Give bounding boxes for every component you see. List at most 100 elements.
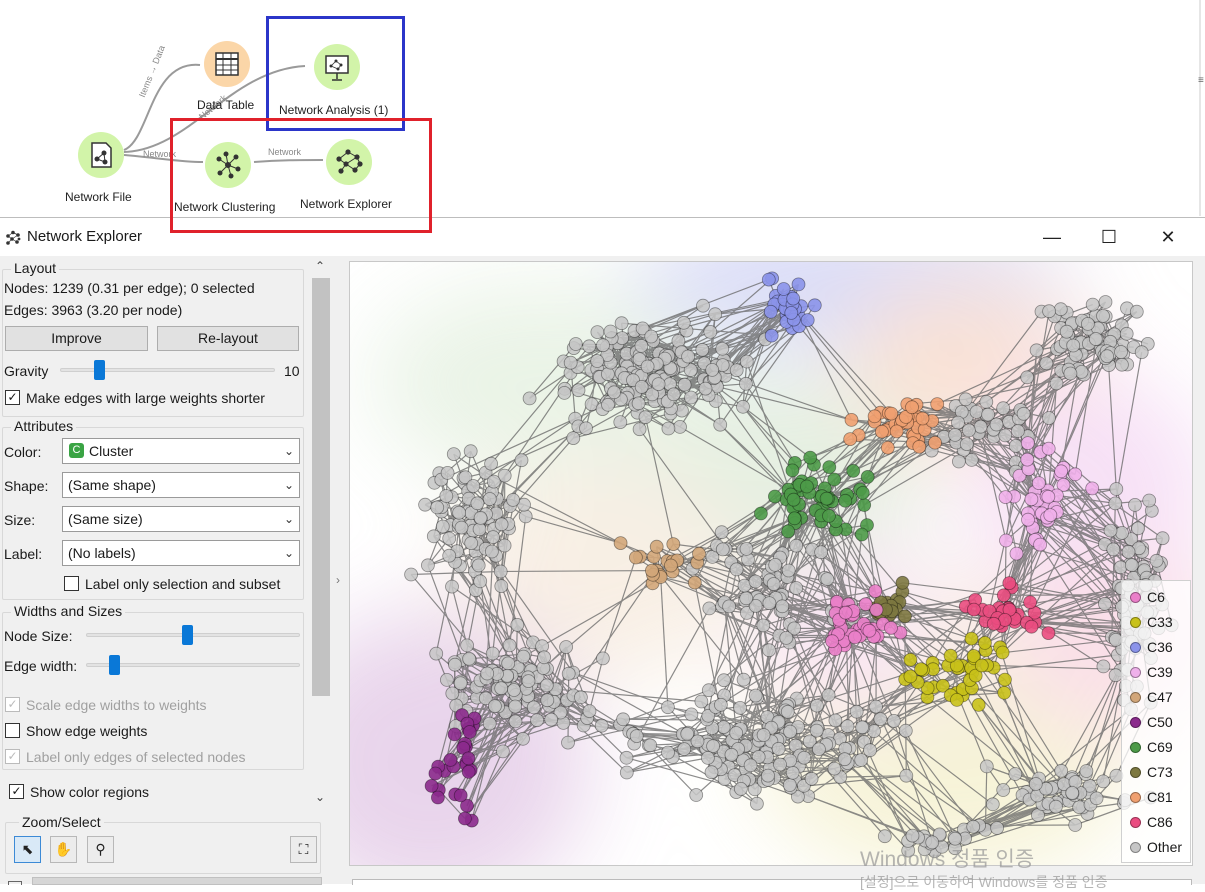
network-node[interactable] (980, 760, 993, 773)
label-combo[interactable]: (No labels) ⌄ (62, 540, 300, 566)
network-node[interactable] (441, 466, 454, 479)
network-node[interactable] (688, 576, 701, 589)
network-node[interactable] (998, 673, 1011, 686)
network-node[interactable] (705, 766, 718, 779)
network-node[interactable] (896, 576, 909, 589)
network-node[interactable] (1110, 483, 1123, 496)
network-node[interactable] (591, 355, 604, 368)
network-node[interactable] (421, 559, 434, 572)
network-node[interactable] (1101, 350, 1114, 363)
network-node[interactable] (768, 490, 781, 503)
network-node[interactable] (560, 641, 573, 654)
network-node[interactable] (463, 652, 476, 665)
network-node[interactable] (515, 454, 528, 467)
network-node[interactable] (792, 278, 805, 291)
network-node[interactable] (641, 360, 654, 373)
node-size-slider-handle[interactable] (182, 625, 193, 645)
network-node[interactable] (856, 721, 869, 734)
network-node[interactable] (1097, 775, 1110, 788)
network-node[interactable] (787, 493, 800, 506)
network-node[interactable] (494, 565, 507, 578)
network-node[interactable] (507, 493, 520, 506)
network-node[interactable] (652, 378, 665, 391)
network-node[interactable] (1032, 477, 1045, 490)
network-node[interactable] (564, 356, 577, 369)
network-node[interactable] (1067, 339, 1080, 352)
network-node[interactable] (562, 736, 575, 749)
network-node[interactable] (715, 526, 728, 539)
network-node[interactable] (538, 651, 551, 664)
network-node[interactable] (697, 299, 710, 312)
network-node[interactable] (899, 724, 912, 737)
network-node[interactable] (730, 563, 743, 576)
network-node[interactable] (495, 580, 508, 593)
network-node[interactable] (1025, 493, 1038, 506)
network-node[interactable] (990, 418, 1003, 431)
network-node[interactable] (838, 753, 851, 766)
network-node[interactable] (717, 674, 730, 687)
network-node[interactable] (703, 602, 716, 615)
network-node[interactable] (527, 701, 540, 714)
network-node[interactable] (487, 531, 500, 544)
control-scrollbar[interactable]: ⌃ ⌄ (311, 256, 331, 812)
network-node[interactable] (1109, 497, 1122, 510)
network-node[interactable] (1069, 468, 1082, 481)
network-node[interactable] (804, 451, 817, 464)
network-node[interactable] (1069, 819, 1082, 832)
network-node[interactable] (517, 650, 530, 663)
network-node[interactable] (523, 392, 536, 405)
network-node[interactable] (784, 725, 797, 738)
network-node[interactable] (949, 428, 962, 441)
network-node[interactable] (737, 673, 750, 686)
network-node[interactable] (1086, 482, 1099, 495)
network-node[interactable] (601, 368, 614, 381)
show-color-regions-checkbox[interactable]: ✓ (9, 784, 24, 799)
network-node[interactable] (635, 339, 648, 352)
network-node[interactable] (875, 425, 888, 438)
network-node[interactable] (562, 667, 575, 680)
network-node[interactable] (845, 413, 858, 426)
network-node[interactable] (630, 730, 643, 743)
network-node[interactable] (1009, 768, 1022, 781)
network-node[interactable] (716, 543, 729, 556)
network-node[interactable] (509, 715, 522, 728)
network-node[interactable] (788, 512, 801, 525)
network-node[interactable] (785, 306, 798, 319)
network-node[interactable] (1011, 425, 1024, 438)
network-node[interactable] (443, 532, 456, 545)
network-node[interactable] (707, 740, 720, 753)
network-node[interactable] (444, 753, 457, 766)
network-node[interactable] (730, 727, 743, 740)
network-node[interactable] (682, 350, 695, 363)
network-node[interactable] (991, 822, 1004, 835)
network-node[interactable] (798, 751, 811, 764)
network-node[interactable] (986, 798, 999, 811)
network-node[interactable] (1009, 439, 1022, 452)
zoom-magnifier-icon[interactable]: ⚲ (87, 836, 114, 863)
network-node[interactable] (869, 585, 882, 598)
network-node[interactable] (767, 578, 780, 591)
network-node[interactable] (1129, 498, 1142, 511)
network-node[interactable] (810, 724, 823, 737)
network-node[interactable] (572, 384, 585, 397)
network-node[interactable] (503, 639, 516, 652)
network-node[interactable] (677, 316, 690, 329)
network-node[interactable] (662, 746, 675, 759)
network-node[interactable] (1064, 367, 1077, 380)
network-node[interactable] (1080, 765, 1093, 778)
network-node[interactable] (541, 694, 554, 707)
network-node[interactable] (645, 330, 658, 343)
close-button[interactable]: ✕ (1148, 222, 1188, 252)
network-node[interactable] (1150, 554, 1163, 567)
network-node[interactable] (800, 480, 813, 493)
network-node[interactable] (1115, 346, 1128, 359)
network-node[interactable] (495, 518, 508, 531)
network-node[interactable] (608, 386, 621, 399)
network-node[interactable] (602, 398, 615, 411)
network-node[interactable] (1114, 561, 1127, 574)
network-node[interactable] (952, 455, 965, 468)
network-node[interactable] (465, 537, 478, 550)
network-node[interactable] (997, 784, 1010, 797)
network-node[interactable] (850, 705, 863, 718)
network-node[interactable] (681, 727, 694, 740)
